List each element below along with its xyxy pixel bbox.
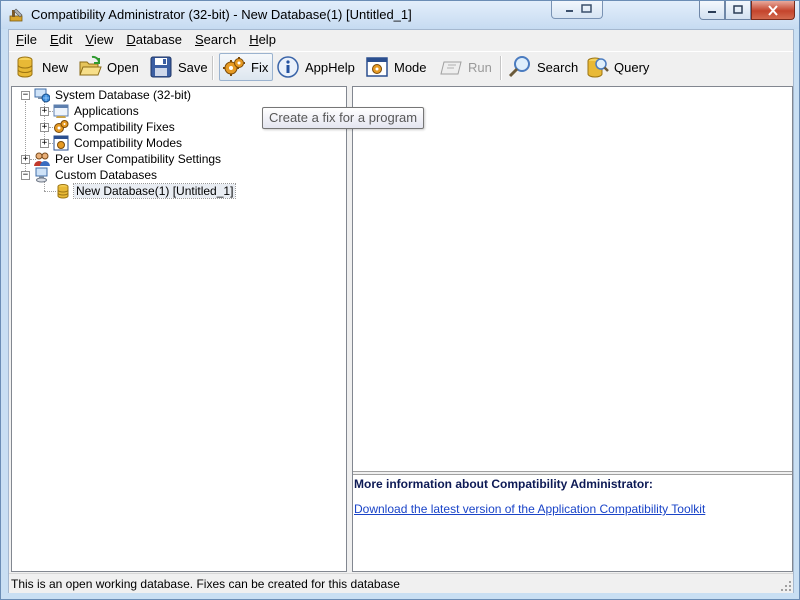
database-tree[interactable]: − System Database (32-bit) + Application… <box>11 86 347 572</box>
tree-item-custom-databases[interactable]: Custom Databases <box>34 167 159 183</box>
toolbar-separator <box>212 56 214 80</box>
search-label: Search <box>537 59 579 75</box>
menu-database-accel: D <box>126 32 136 47</box>
mode-button[interactable]: Mode <box>365 53 427 81</box>
window-mode-icon <box>53 135 69 151</box>
info-heading: More information about Compatibility Adm… <box>354 477 653 491</box>
menu-edit-label: dit <box>58 32 73 47</box>
app-window: Compatibility Administrator (32-bit) - N… <box>0 0 800 600</box>
pane-divider[interactable] <box>353 471 792 475</box>
menu-file[interactable]: File <box>9 30 43 50</box>
entries-list[interactable] <box>353 87 792 471</box>
run-icon <box>440 61 462 75</box>
gears-fix-icon <box>54 120 69 133</box>
open-button[interactable]: Open <box>78 53 139 81</box>
apphelp-button[interactable]: AppHelp <box>276 53 355 81</box>
run-label: Run <box>468 59 492 75</box>
mode-label: Mode <box>394 59 427 75</box>
tree-item-applications[interactable]: Applications <box>53 103 141 119</box>
expand-toggle[interactable]: + <box>40 139 49 148</box>
tree-label: Applications <box>74 104 139 118</box>
query-button[interactable]: Query <box>585 53 649 81</box>
ghost-window-controls <box>551 1 603 19</box>
apphelp-label: AppHelp <box>305 59 355 75</box>
tree-item-system-database[interactable]: System Database (32-bit) <box>34 87 193 103</box>
search-button[interactable]: Search <box>508 53 578 81</box>
menu-view-accel: V <box>85 32 94 47</box>
tree-label: Custom Databases <box>55 168 158 182</box>
users-icon <box>34 152 50 166</box>
tree-item-compatibility-modes[interactable]: Compatibility Modes <box>53 135 184 151</box>
menu-database[interactable]: Database <box>119 30 188 50</box>
close-icon <box>768 4 778 16</box>
minimize-icon <box>708 11 716 13</box>
menu-search-label: earch <box>203 32 237 47</box>
details-pane: More information about Compatibility Adm… <box>352 86 793 572</box>
close-button[interactable] <box>751 1 795 20</box>
menu-database-label: atabase <box>135 32 182 47</box>
magnifier-search-icon <box>508 56 530 78</box>
query-label: Query <box>614 59 650 75</box>
gears-fix-icon <box>223 57 245 76</box>
expand-toggle[interactable]: + <box>40 107 49 116</box>
fix-button[interactable]: Fix <box>219 53 274 81</box>
menu-view-label: iew <box>93 32 114 47</box>
fix-label: Fix <box>251 59 269 75</box>
tree-item-compatibility-fixes[interactable]: Compatibility Fixes <box>53 119 177 135</box>
applications-icon <box>53 104 69 118</box>
status-text: This is an open working database. Fixes … <box>11 577 400 591</box>
resize-grip-icon[interactable] <box>780 580 792 592</box>
title-bar[interactable]: Compatibility Administrator (32-bit) - N… <box>1 1 799 29</box>
menu-edit-accel: E <box>49 32 59 47</box>
save-button[interactable]: Save <box>149 53 208 81</box>
expand-toggle[interactable]: + <box>21 155 30 164</box>
menu-help-label: elp <box>258 32 276 47</box>
tree-label: Compatibility Modes <box>74 136 183 150</box>
tree-label: Compatibility Fixes <box>74 120 175 134</box>
minimize-button[interactable] <box>699 1 725 20</box>
folder-open-icon <box>79 55 102 76</box>
menu-file-accel: F <box>16 32 24 47</box>
expand-toggle[interactable]: + <box>40 123 49 132</box>
maximize-icon <box>733 5 743 14</box>
tree-label: Per User Compatibility Settings <box>55 152 222 166</box>
download-toolkit-link[interactable]: Download the latest version of the Appli… <box>354 502 705 516</box>
window-mode-icon <box>366 57 388 77</box>
new-label: New <box>42 59 69 75</box>
menu-help-accel: H <box>249 32 259 47</box>
compatibility-admin-icon <box>9 8 23 22</box>
new-button[interactable]: New <box>13 53 68 81</box>
toolbar: New Open Save Fix AppHelp Mode Run Searc… <box>9 51 793 83</box>
info-apphelp-icon <box>277 56 299 78</box>
menu-search[interactable]: Search <box>188 30 242 50</box>
run-button[interactable]: Run <box>439 53 492 81</box>
menu-search-accel: S <box>194 32 204 47</box>
window-title: Compatibility Administrator (32-bit) - N… <box>31 7 412 22</box>
tree-item-per-user-settings[interactable]: Per User Compatibility Settings <box>34 151 223 167</box>
database-icon <box>57 184 69 199</box>
maximize-button[interactable] <box>725 1 751 20</box>
floppy-save-icon <box>150 56 172 78</box>
menu-file-label: ile <box>23 32 37 47</box>
database-new-icon <box>17 56 33 78</box>
fix-tooltip: Create a fix for a program <box>262 107 425 129</box>
menu-view[interactable]: View <box>78 30 119 50</box>
status-bar: This is an open working database. Fixes … <box>9 573 793 593</box>
collapse-toggle[interactable]: − <box>21 91 30 100</box>
menu-bar: File Edit View Database Search Help <box>9 30 793 50</box>
collapse-toggle[interactable]: − <box>21 171 30 180</box>
custom-databases-icon <box>35 167 48 183</box>
save-label: Save <box>178 59 208 75</box>
database-query-icon <box>587 57 609 78</box>
tree-label: System Database (32-bit) <box>55 88 192 102</box>
system-database-icon <box>34 88 50 103</box>
tree-item-new-database[interactable]: New Database(1) [Untitled_1] <box>55 183 237 199</box>
menu-edit[interactable]: Edit <box>43 30 78 50</box>
open-label: Open <box>107 59 139 75</box>
menu-help[interactable]: Help <box>242 30 282 50</box>
toolbar-separator <box>500 56 502 80</box>
tree-label: New Database(1) [Untitled_1] <box>72 183 237 199</box>
